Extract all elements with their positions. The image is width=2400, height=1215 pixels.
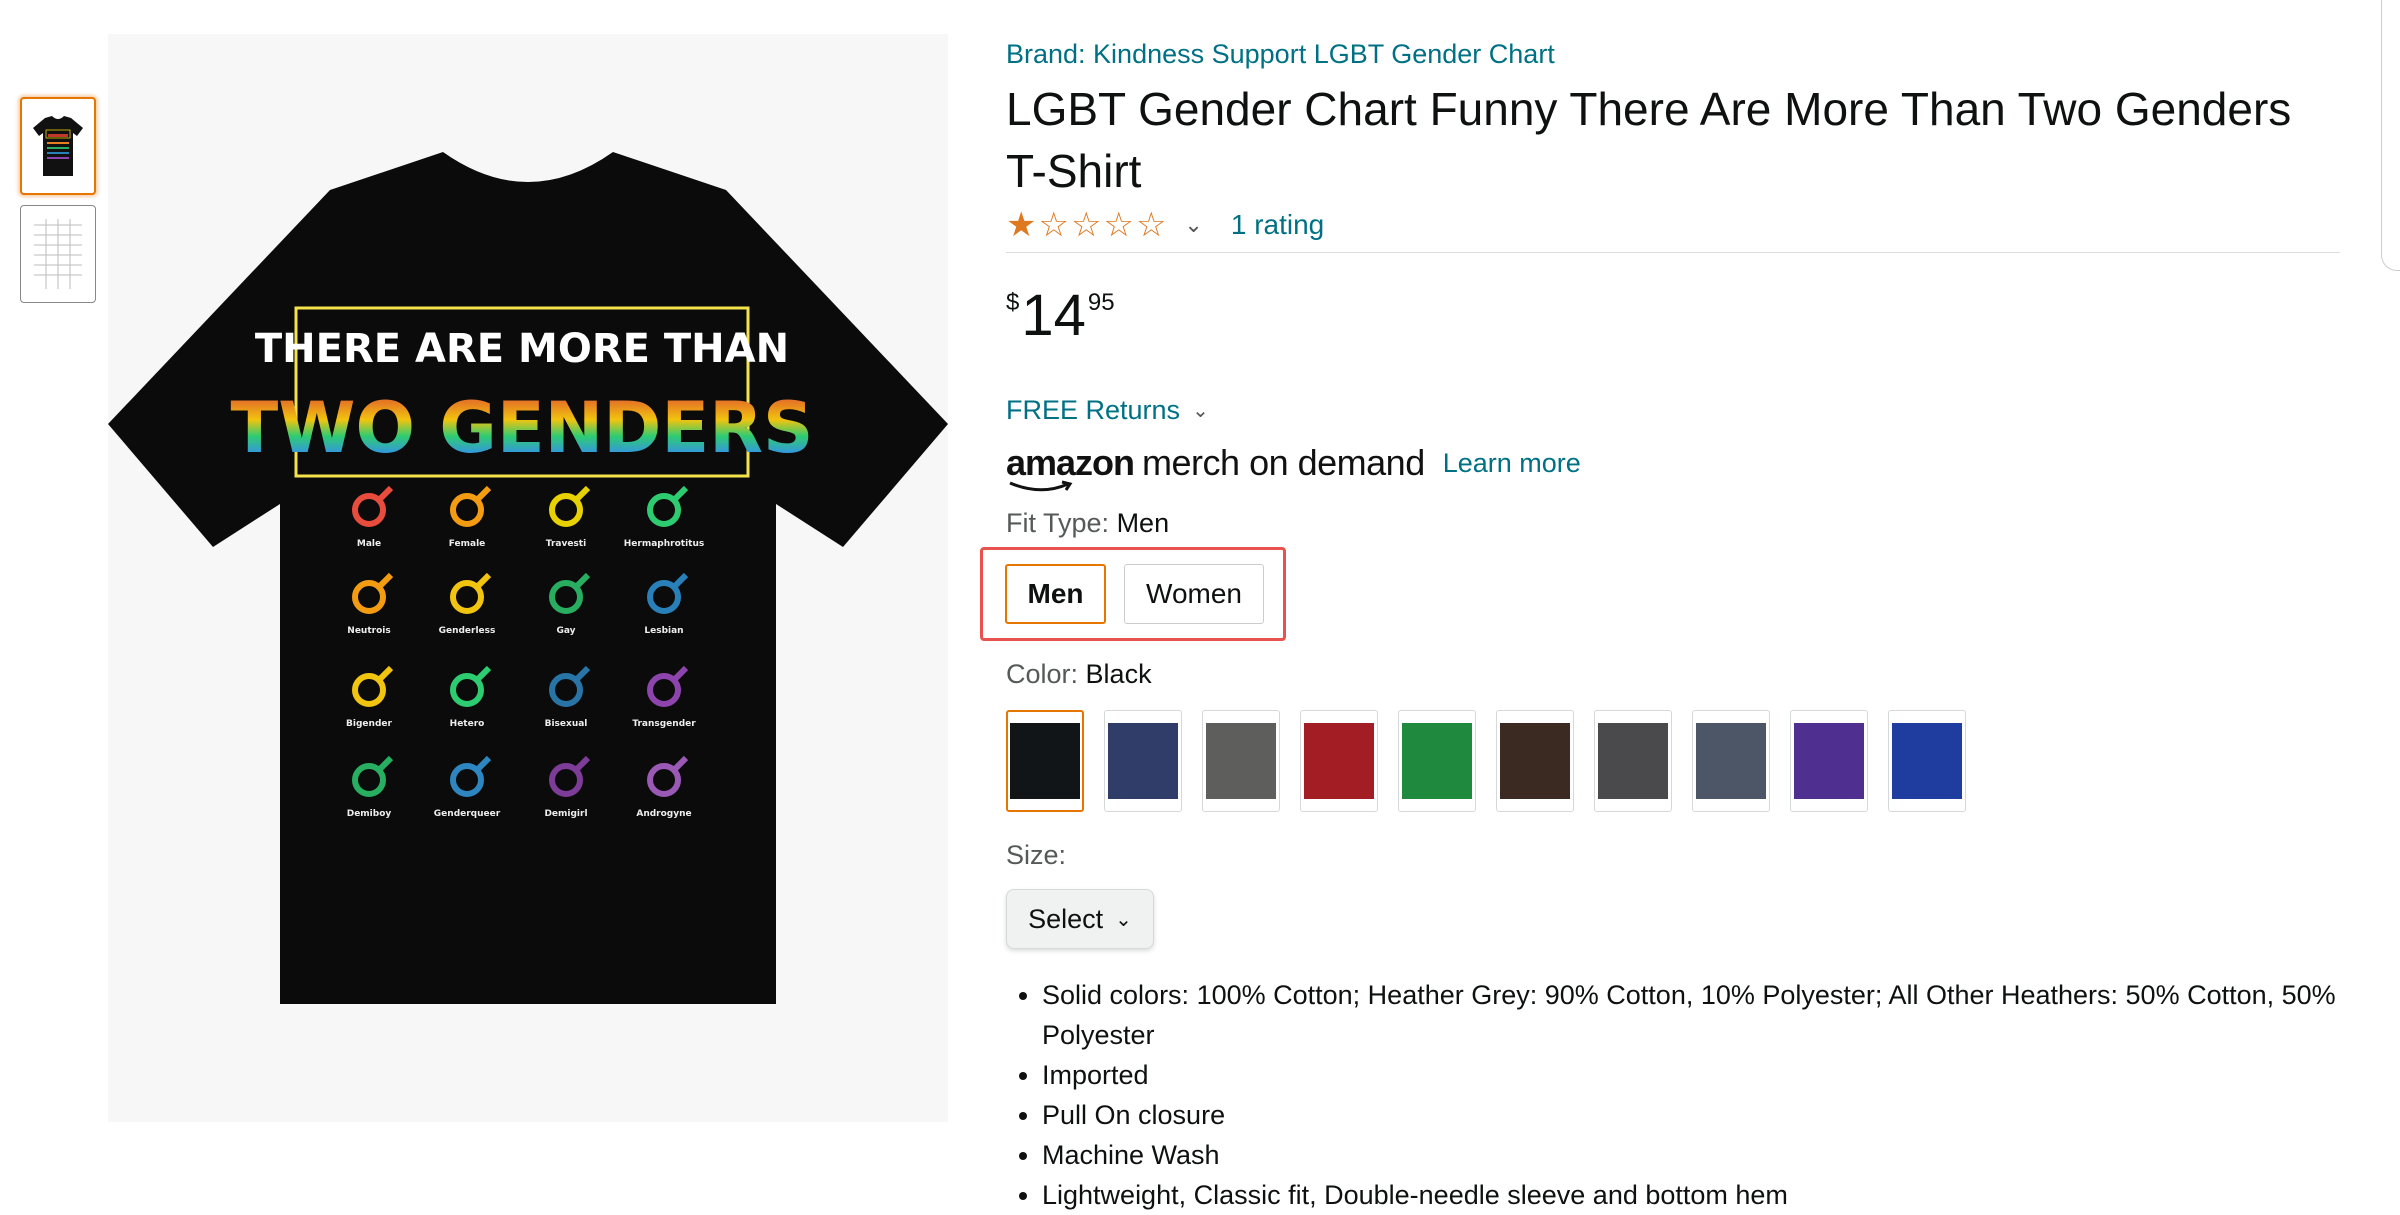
gender-symbol-label: Hetero bbox=[450, 719, 485, 729]
size-select[interactable]: Select ⌄ bbox=[1006, 889, 1154, 949]
gender-symbol-label: Hermaphrotitus bbox=[624, 539, 704, 549]
color-swatch-fill bbox=[1010, 723, 1080, 799]
color-swatch-fill bbox=[1696, 723, 1766, 799]
feature-bullets: Solid colors: 100% Cotton; Heather Grey:… bbox=[1006, 975, 2340, 1215]
fit-option-women[interactable]: Women bbox=[1124, 564, 1264, 624]
gender-symbol-label: Genderqueer bbox=[434, 809, 501, 819]
fit-option-men[interactable]: Men bbox=[1005, 564, 1106, 624]
tshirt-graphic: THERE ARE MORE THAN TWO GENDERS Male Fema… bbox=[108, 152, 948, 1004]
color-swatch-fill bbox=[1892, 723, 1962, 799]
price-symbol: $ bbox=[1006, 289, 1020, 316]
feature-bullet: Solid colors: 100% Cotton; Heather Grey:… bbox=[1042, 975, 2340, 1055]
feature-bullet: Lightweight, Classic fit, Double-needle … bbox=[1042, 1175, 2340, 1215]
color-swatch-fill bbox=[1500, 723, 1570, 799]
gender-symbol-label: Demigirl bbox=[544, 809, 587, 819]
color-swatch-fill bbox=[1304, 723, 1374, 799]
price: $ 14 95 bbox=[1006, 283, 2340, 353]
tshirt-body bbox=[108, 152, 948, 1004]
design-line1: THERE ARE MORE THAN bbox=[255, 326, 789, 372]
color-swatch[interactable] bbox=[1300, 710, 1378, 812]
fit-type-label: Fit Type: Men bbox=[1006, 508, 1170, 538]
chevron-down-icon: ⌄ bbox=[1115, 908, 1132, 931]
fit-type-value: Men bbox=[1116, 508, 1170, 538]
gender-symbol-label: Androgyne bbox=[636, 809, 691, 819]
size-select-value: Select bbox=[1028, 903, 1104, 934]
star-full-icon: ★ bbox=[1006, 206, 1037, 244]
shirt-thumbnail-icon bbox=[33, 116, 83, 176]
amazon-smile-icon bbox=[1009, 480, 1073, 492]
color-swatch[interactable] bbox=[1104, 710, 1182, 812]
gender-symbol-label: Bigender bbox=[346, 719, 392, 729]
price-fraction: 95 bbox=[1087, 289, 1115, 316]
color-swatch[interactable] bbox=[1398, 710, 1476, 812]
thumbnail-list bbox=[20, 97, 96, 313]
gender-symbol-label: Travesti bbox=[546, 539, 586, 549]
star-empty-icon: ☆ bbox=[1103, 206, 1134, 244]
thumbnail-size-chart[interactable] bbox=[20, 205, 96, 303]
product-title: LGBT Gender Chart Funny There Are More T… bbox=[1006, 83, 2292, 197]
product-details: Brand: Kindness Support LGBT Gender Char… bbox=[980, 36, 2340, 1215]
fit-type-options: Men Women bbox=[980, 547, 1286, 641]
main-product-image[interactable]: THERE ARE MORE THAN TWO GENDERS Male Fema… bbox=[108, 34, 948, 1122]
gender-symbol-label: Neutrois bbox=[347, 626, 390, 636]
gender-symbol-label: Female bbox=[449, 539, 486, 549]
size-label: Size: bbox=[1006, 840, 1067, 870]
feature-bullet: Imported bbox=[1042, 1055, 2340, 1095]
color-value: Black bbox=[1085, 659, 1152, 689]
scrollbar-edge[interactable] bbox=[2381, 0, 2400, 271]
color-swatch[interactable] bbox=[1594, 710, 1672, 812]
gender-symbol-label: Genderless bbox=[439, 626, 496, 636]
gender-symbol-label: Gay bbox=[556, 626, 575, 636]
feature-bullet: Machine Wash bbox=[1042, 1135, 2340, 1175]
color-swatch-fill bbox=[1794, 723, 1864, 799]
learn-more-link[interactable]: Learn more bbox=[1443, 448, 1581, 479]
color-swatch[interactable] bbox=[1202, 710, 1280, 812]
color-swatch-fill bbox=[1108, 723, 1178, 799]
free-returns-label: FREE Returns bbox=[1006, 395, 1181, 425]
star-rating[interactable]: ★ ☆ ☆ ☆ ☆ bbox=[1006, 205, 1168, 245]
color-swatch[interactable] bbox=[1888, 710, 1966, 812]
color-swatch[interactable] bbox=[1790, 710, 1868, 812]
color-label: Color: Black bbox=[1006, 659, 1152, 689]
color-swatch-fill bbox=[1402, 723, 1472, 799]
merch-wordmark: merch on demand bbox=[1142, 442, 1425, 483]
color-swatch[interactable] bbox=[1692, 710, 1770, 812]
amazon-wordmark: amazon bbox=[1006, 442, 1135, 492]
merch-logo: amazon merch on demand bbox=[1006, 442, 1425, 492]
gender-symbol-label: Transgender bbox=[632, 719, 696, 729]
gender-symbol-label: Bisexual bbox=[545, 719, 588, 729]
free-returns[interactable]: FREE Returns ⌄ bbox=[1006, 395, 2340, 426]
thumbnail-shirt[interactable] bbox=[20, 97, 96, 195]
chevron-down-icon[interactable]: ⌄ bbox=[1184, 212, 1202, 238]
gender-symbol-label: Lesbian bbox=[644, 626, 683, 636]
merch-on-demand: amazon merch on demand Learn more bbox=[1006, 440, 2340, 492]
star-empty-icon: ☆ bbox=[1070, 206, 1102, 244]
gender-symbol-label: Male bbox=[357, 539, 381, 549]
gender-symbol-label: Demiboy bbox=[347, 809, 392, 819]
star-empty-icon: ☆ bbox=[1135, 206, 1167, 244]
color-swatch[interactable] bbox=[1006, 710, 1084, 812]
rating-count-link[interactable]: 1 rating bbox=[1231, 209, 1324, 241]
color-swatches bbox=[1006, 710, 2340, 812]
color-swatch-fill bbox=[1598, 723, 1668, 799]
price-whole: 14 bbox=[1021, 283, 1086, 348]
brand-link[interactable]: Brand: Kindness Support LGBT Gender Char… bbox=[1006, 36, 2340, 72]
color-swatch-fill bbox=[1206, 723, 1276, 799]
color-swatch[interactable] bbox=[1496, 710, 1574, 812]
size-chart-thumbnail-icon bbox=[34, 219, 82, 289]
star-empty-icon: ☆ bbox=[1038, 206, 1069, 244]
design-line2: TWO GENDERS bbox=[231, 387, 814, 469]
feature-bullet: Pull On closure bbox=[1042, 1095, 2340, 1135]
rating-row: ★ ☆ ☆ ☆ ☆ ⌄ 1 rating bbox=[1006, 202, 2340, 253]
chevron-down-icon: ⌄ bbox=[1192, 400, 1209, 422]
